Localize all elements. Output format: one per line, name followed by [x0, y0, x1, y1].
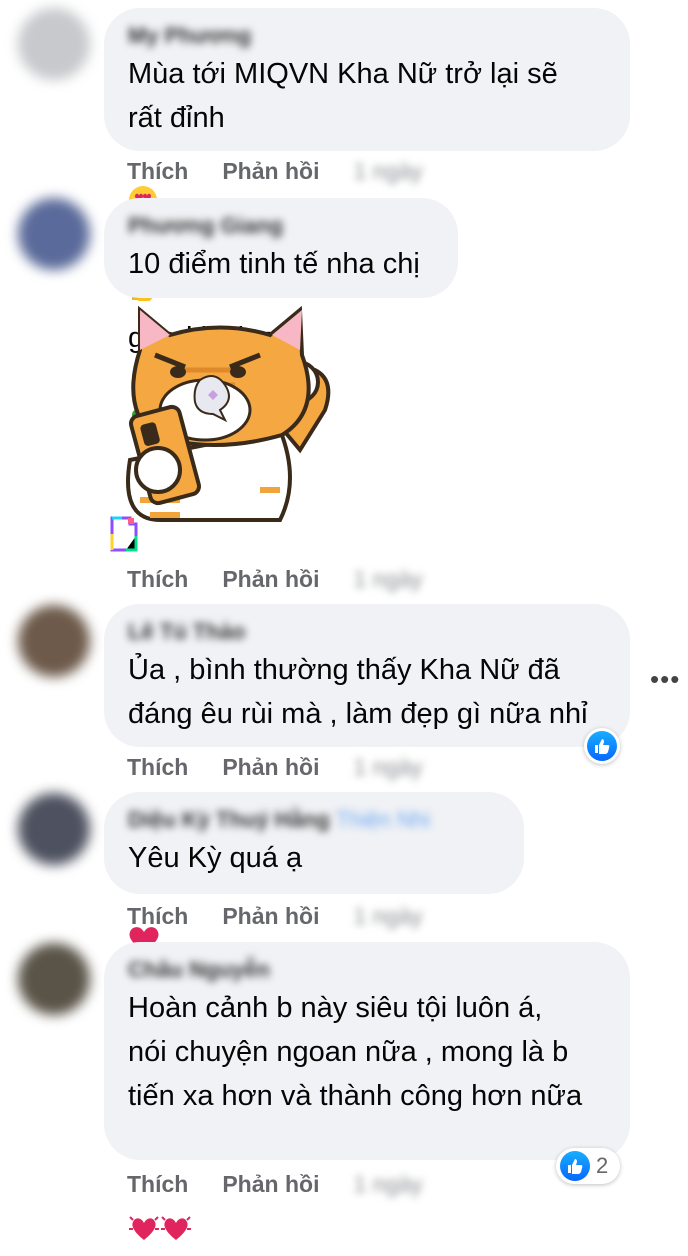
comment-actions: Thích Phản hồi 1 ngày — [127, 1169, 423, 1199]
like-button[interactable]: Thích — [127, 566, 188, 593]
comment-actions: Thích Phản hồi 1 ngày — [127, 156, 423, 186]
reply-button[interactable]: Phản hồi — [222, 158, 319, 185]
comment-text: Hoàn cảnh b này siêu tội luôn á, nói chu… — [128, 986, 606, 1256]
comment-actions: Thích Phản hồi 1 ngày — [127, 564, 423, 594]
avatar[interactable] — [18, 605, 90, 677]
reply-button[interactable]: Phản hồi — [222, 754, 319, 781]
avatar[interactable] — [18, 198, 90, 270]
avatar[interactable] — [18, 8, 90, 80]
like-button[interactable]: Thích — [127, 1171, 188, 1198]
reply-button[interactable]: Phản hồi — [222, 566, 319, 593]
reply-button[interactable]: Phản hồi — [222, 903, 319, 930]
comment-author[interactable]: My Phương — [128, 22, 606, 52]
comment-bubble: My Phương Mùa tới MIQVN Kha Nữ trở lại s… — [104, 8, 630, 434]
reaction-summary[interactable]: 2 — [556, 1148, 621, 1184]
like-icon — [587, 731, 617, 761]
sticker-badge-icon — [110, 516, 138, 552]
comment-actions: Thích Phản hồi 1 ngày — [127, 901, 423, 931]
like-button[interactable]: Thích — [127, 158, 188, 185]
reply-button[interactable]: Phản hồi — [222, 1171, 319, 1198]
comment-author[interactable]: Diệu Kỳ Thuý Hằng Thiện Nhi — [128, 806, 500, 836]
comment-text: Ủa , bình thường thấy Kha Nữ đã đáng êu … — [128, 654, 588, 730]
orange-cat-sticker[interactable] — [110, 300, 332, 552]
avatar[interactable] — [18, 793, 90, 865]
comment-text: 10 điểm tinh tế nha chị — [128, 248, 420, 280]
comment-time[interactable]: 1 ngày — [353, 754, 423, 781]
comment-time[interactable]: 1 ngày — [353, 566, 423, 593]
comment-time[interactable]: 1 ngày — [353, 158, 423, 185]
like-icon — [560, 1151, 590, 1181]
comment-author[interactable]: Lê Tú Thảo — [128, 618, 606, 648]
comment-bubble: Lê Tú Thảo Ủa , bình thường thấy Kha Nữ … — [104, 604, 630, 747]
comment-author[interactable]: Châu Nguyễn — [128, 956, 606, 986]
avatar[interactable] — [18, 943, 90, 1015]
reaction-summary[interactable] — [584, 728, 620, 764]
comment-author[interactable]: Phương Giang — [128, 212, 434, 242]
reaction-count: 2 — [596, 1153, 609, 1178]
tagged-user[interactable]: Thiện Nhi — [336, 807, 430, 832]
comment-bubble: Châu Nguyễn Hoàn cảnh b này siêu tội luô… — [104, 942, 630, 1240]
more-options-icon[interactable]: ••• — [650, 664, 680, 695]
comment-bubble: Phương Giang 10 điểm tinh tế nha chị — [104, 198, 458, 298]
like-button[interactable]: Thích — [127, 754, 188, 781]
comment-actions: Thích Phản hồi 1 ngày — [127, 752, 423, 782]
comment-time[interactable]: 1 ngày — [353, 1171, 423, 1198]
comment-time[interactable]: 1 ngày — [353, 903, 423, 930]
like-button[interactable]: Thích — [127, 903, 188, 930]
comment-bubble: Diệu Kỳ Thuý Hằng Thiện Nhi Yêu Kỳ quá ạ — [104, 792, 524, 953]
